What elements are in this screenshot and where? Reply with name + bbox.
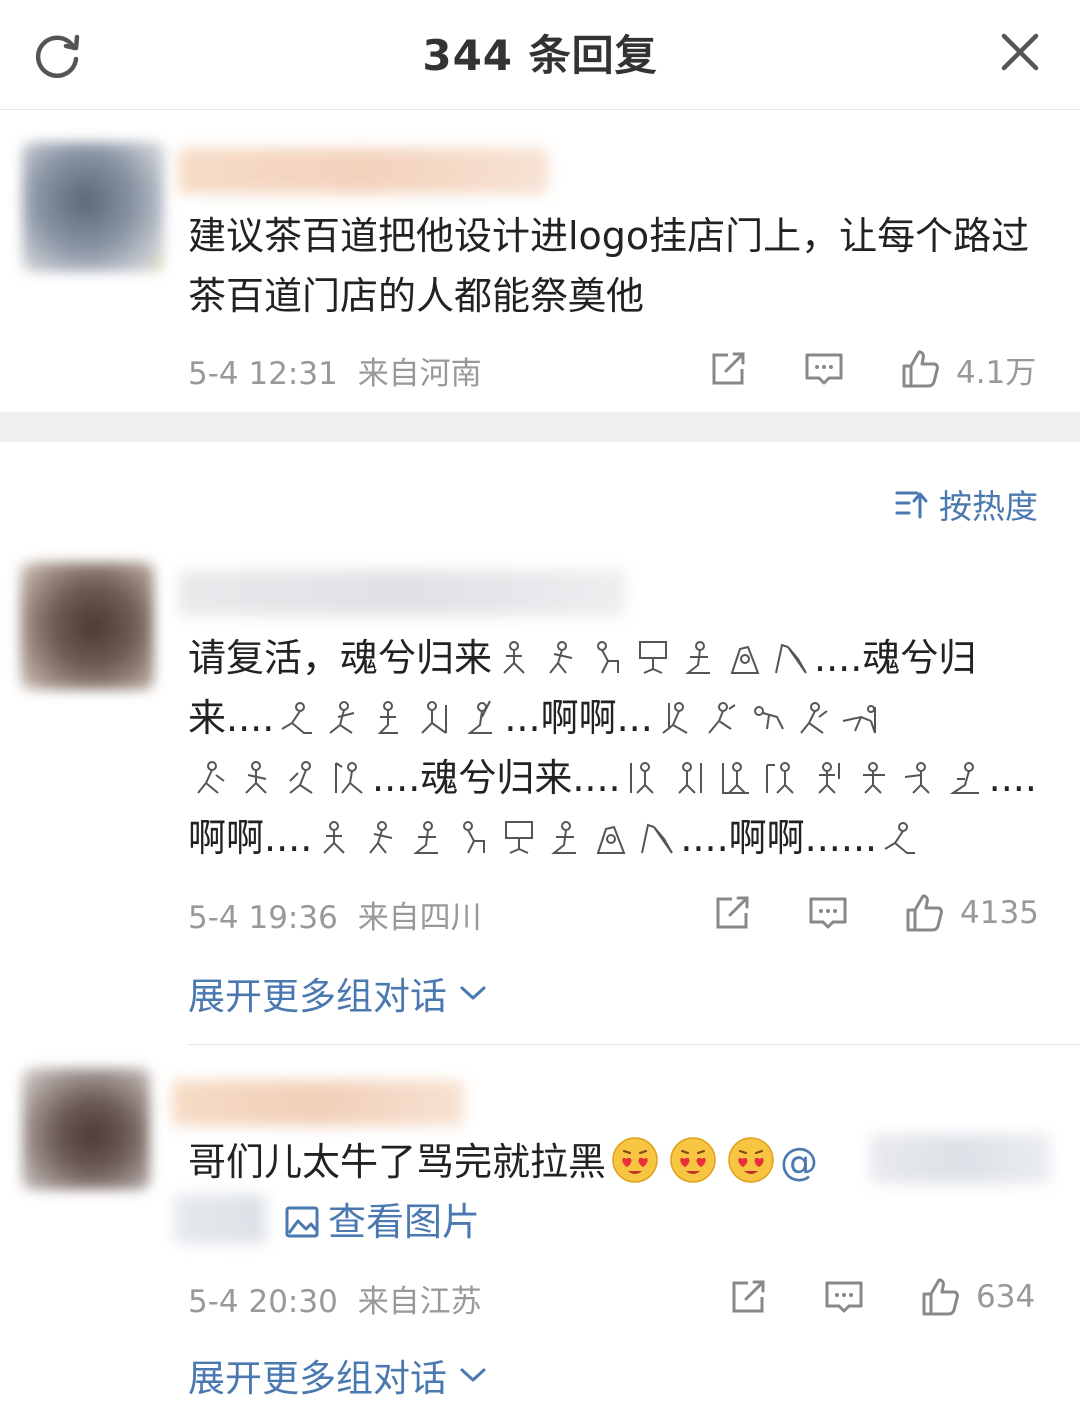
image-link-row: 查看图片 <box>284 1192 684 1256</box>
like-count: 634 <box>976 1279 1036 1315</box>
heart-eyes-emoji-icon <box>728 1137 774 1183</box>
hieroglyph-icon <box>765 762 794 794</box>
hieroglyph-icon <box>842 705 876 734</box>
hieroglyph-icon <box>289 761 313 794</box>
hieroglyph-icon <box>505 821 534 854</box>
reply-time: 5-4 19:36 <box>188 900 338 936</box>
reply-text: 请复活，魂兮归来 ....魂兮归来.... ...啊啊... ....魂兮归来....… <box>188 628 1048 868</box>
comment-time: 5-4 12:31 <box>188 356 338 392</box>
hieroglyph-icon <box>641 823 674 854</box>
reply-actions: 4135 <box>710 888 1039 938</box>
comment-meta: 5-4 12:31 来自河南 <box>188 348 482 393</box>
avatar[interactable] <box>22 142 164 272</box>
comment-icon[interactable] <box>806 891 850 935</box>
comment-actions: 4.1万 <box>706 344 1036 394</box>
hieroglyph-icon <box>281 702 313 734</box>
hieroglyph-icon <box>421 701 448 734</box>
sort-button[interactable]: 按热度 <box>895 480 1038 528</box>
avatar[interactable] <box>20 562 154 690</box>
mention-link[interactable]: @ <box>780 1140 818 1184</box>
hieroglyph-icon <box>369 821 393 854</box>
chevron-down-icon <box>460 986 486 1000</box>
chevron-down-icon <box>460 1368 486 1382</box>
reply-location: 来自江苏 <box>357 1284 482 1320</box>
view-image-link[interactable]: 查看图片 <box>284 1192 480 1252</box>
comment-text: 建议茶百道把他设计进logo挂店门上，让每个路过茶百道门店的人都能祭奠他 <box>188 214 1030 318</box>
reply-text-part: ....魂兮归来.... <box>372 756 621 800</box>
hieroglyph-icon <box>377 701 399 734</box>
sort-label: 按热度 <box>939 487 1038 526</box>
like-icon[interactable] <box>902 891 946 935</box>
username-blurred[interactable] <box>172 1080 464 1126</box>
hieroglyph-icon <box>551 821 577 854</box>
hieroglyph-icon <box>639 641 668 674</box>
hieroglyph-icon <box>335 762 363 794</box>
heart-eyes-emoji-icon <box>670 1137 716 1183</box>
hieroglyph-icon <box>413 821 439 854</box>
hieroglyph-icon <box>629 762 654 794</box>
hieroglyph-icon <box>753 706 784 730</box>
hieroglyph-icon <box>730 645 760 674</box>
hieroglyph-icon <box>949 762 979 794</box>
comment-icon[interactable] <box>802 347 846 391</box>
reply-time: 5-4 20:30 <box>188 1284 338 1320</box>
reply-text-part: ...啊啊... <box>504 696 653 740</box>
close-icon[interactable] <box>996 28 1044 76</box>
expand-label: 展开更多组对话 <box>188 1357 447 1400</box>
hieroglyph-icon <box>862 762 885 794</box>
share-icon[interactable] <box>706 347 750 391</box>
section-separator <box>0 412 1080 442</box>
like-count: 4135 <box>960 895 1039 931</box>
reply-actions: 634 <box>726 1272 1035 1322</box>
comment-icon[interactable] <box>822 1275 866 1319</box>
page-title: 344 条回复 <box>422 31 658 80</box>
hieroglyph-icon <box>904 762 930 794</box>
expand-conversation-link[interactable]: 展开更多组对话 <box>188 966 487 1020</box>
view-image-label: 查看图片 <box>328 1200 481 1244</box>
reply-meta: 5-4 20:30 来自江苏 <box>188 1276 482 1321</box>
reply-text-part: ....啊啊...... <box>680 816 878 860</box>
avatar[interactable] <box>22 1068 150 1190</box>
hieroglyph-icon <box>775 643 807 674</box>
reply-meta: 5-4 19:36 来自四川 <box>188 892 482 937</box>
hieroglyph-icon <box>677 762 702 794</box>
hieroglyph-icon <box>549 641 573 674</box>
hieroglyph-icon <box>467 700 493 734</box>
mentioned-user-blurred[interactable] <box>870 1134 1050 1184</box>
hieroglyph-icon <box>800 702 828 734</box>
hieroglyph-icon <box>721 762 749 794</box>
like-icon[interactable] <box>898 347 942 391</box>
username-blurred[interactable] <box>178 148 548 194</box>
hieroglyph-icon <box>685 641 711 674</box>
share-icon[interactable] <box>710 891 754 935</box>
heart-eyes-emoji-icon <box>612 1137 658 1183</box>
reply-header: 344 条回复 <box>0 0 1080 110</box>
sort-icon <box>895 491 928 519</box>
mentioned-user-blurred[interactable] <box>174 1194 266 1244</box>
hieroglyph-icon <box>245 761 267 794</box>
hieroglyph-icon <box>329 701 355 734</box>
like-count: 4.1万 <box>956 354 1037 391</box>
reply-location: 来自四川 <box>357 900 482 936</box>
like-icon[interactable] <box>918 1275 962 1319</box>
hieroglyph-icon <box>884 822 916 854</box>
hieroglyph-icon <box>817 762 840 794</box>
username-blurred[interactable] <box>178 570 626 616</box>
hieroglyph-icon <box>662 702 688 734</box>
share-icon[interactable] <box>726 1275 770 1319</box>
comment-location: 来自河南 <box>357 356 482 392</box>
hieroglyph-icon <box>597 641 620 674</box>
hieroglyph-icon <box>708 702 736 734</box>
reply-text-part: 请复活，魂兮归来 <box>188 636 493 680</box>
hieroglyph-icon <box>596 825 626 854</box>
divider <box>188 1044 1080 1045</box>
expand-label: 展开更多组对话 <box>188 975 447 1018</box>
expand-conversation-link[interactable]: 展开更多组对话 <box>188 1348 487 1402</box>
image-icon <box>285 1206 319 1238</box>
reply-text-main: 哥们儿太牛了骂完就拉黑 <box>188 1140 607 1184</box>
hieroglyph-icon <box>197 761 225 794</box>
hieroglyph-icon <box>463 821 486 854</box>
hieroglyph-icon <box>503 641 525 674</box>
hieroglyph-icon <box>323 821 346 854</box>
